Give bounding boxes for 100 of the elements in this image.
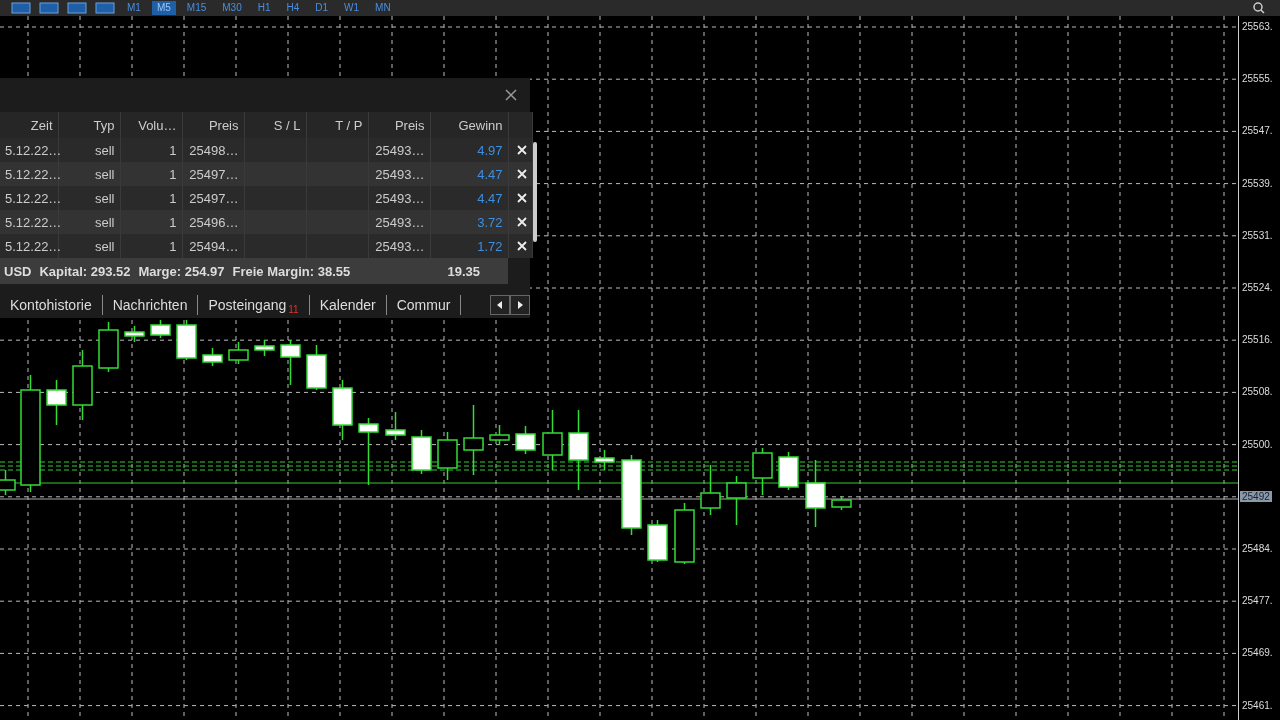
column-header[interactable]: Gewinn bbox=[430, 112, 508, 138]
scroll-right-button[interactable] bbox=[510, 295, 530, 315]
account-summary-text: Kapital: 293.52 bbox=[39, 263, 131, 279]
table-cell: 25496… bbox=[182, 210, 244, 234]
price-label: 25461. bbox=[1242, 699, 1273, 711]
candle bbox=[124, 325, 145, 343]
table-cell: 25493… bbox=[368, 234, 430, 258]
table-cell: 3.72 bbox=[430, 210, 508, 234]
table-cell: 1 bbox=[120, 234, 182, 258]
candle bbox=[228, 341, 249, 365]
price-label: 25531. bbox=[1242, 229, 1273, 241]
table-cell: 25493… bbox=[368, 186, 430, 210]
scrollbar[interactable] bbox=[532, 142, 537, 242]
candle bbox=[46, 379, 67, 426]
table-cell: 4.97 bbox=[430, 138, 508, 162]
candle bbox=[385, 411, 406, 441]
candle bbox=[700, 464, 721, 516]
table-cell: 5.12.22… bbox=[0, 210, 58, 234]
table-cell: 5.12.22… bbox=[0, 186, 58, 210]
scroll-left-button[interactable] bbox=[490, 295, 510, 315]
candle bbox=[332, 379, 353, 441]
account-summary-text: Marge: 254.97 bbox=[138, 263, 225, 279]
price-label: 25516. bbox=[1242, 334, 1273, 346]
table-cell: 25493… bbox=[368, 210, 430, 234]
candle bbox=[72, 349, 93, 421]
toolbar-icon[interactable] bbox=[38, 2, 60, 14]
table-cell: 1 bbox=[120, 162, 182, 186]
timeframe-button[interactable]: MN bbox=[370, 1, 396, 15]
unread-count: 11 bbox=[288, 303, 299, 315]
column-header[interactable]: S / L bbox=[244, 112, 306, 138]
price-label: 25524. bbox=[1242, 282, 1273, 293]
candle bbox=[489, 424, 510, 446]
total-profit: 19.35 bbox=[447, 263, 480, 279]
timeframe-button[interactable]: D1 bbox=[310, 1, 334, 15]
price-label: 25555. bbox=[1242, 73, 1273, 85]
table-cell: 25497… bbox=[182, 186, 244, 210]
candle bbox=[778, 451, 799, 491]
candle bbox=[831, 495, 852, 511]
price-label: 25484. bbox=[1242, 543, 1273, 554]
price-label: 25539. bbox=[1242, 177, 1273, 189]
timeframe-button[interactable]: M30 bbox=[217, 1, 247, 15]
price-label: 25547. bbox=[1242, 125, 1273, 137]
tab[interactable]: Commur bbox=[386, 295, 462, 315]
tab[interactable]: Kalender bbox=[309, 295, 387, 315]
column-header[interactable]: Zeit bbox=[0, 112, 58, 138]
candle bbox=[280, 339, 301, 386]
table-cell: 1.72 bbox=[430, 234, 508, 258]
column-header[interactable]: Preis bbox=[368, 112, 430, 138]
candle bbox=[150, 319, 171, 339]
candle bbox=[254, 339, 275, 357]
candle bbox=[594, 449, 615, 471]
table-cell: 1 bbox=[120, 138, 182, 162]
candle bbox=[98, 321, 119, 373]
candle bbox=[674, 502, 695, 565]
left-arrow-icon bbox=[496, 301, 504, 309]
price-label: 25563. bbox=[1242, 21, 1273, 32]
table-cell: 1 bbox=[120, 210, 182, 234]
column-header[interactable]: Typ bbox=[58, 112, 120, 138]
candle bbox=[176, 319, 197, 361]
timeframe-button[interactable]: M15 bbox=[181, 1, 212, 15]
account-summary-text: USD bbox=[4, 263, 32, 279]
candle bbox=[306, 344, 327, 391]
timeframe-button[interactable]: H1 bbox=[252, 1, 276, 15]
table-cell: 4.47 bbox=[430, 162, 508, 186]
table-cell: 5.12.22… bbox=[0, 162, 58, 186]
toolbar-icon[interactable] bbox=[10, 2, 32, 14]
price-label: 25500. bbox=[1242, 438, 1273, 450]
candle bbox=[752, 447, 773, 496]
price-label: 25477. bbox=[1242, 595, 1273, 607]
table-cell: 25493… bbox=[368, 162, 430, 186]
price-label: 25469. bbox=[1242, 647, 1273, 659]
candle bbox=[202, 347, 223, 367]
tab[interactable]: Kontohistorie bbox=[0, 295, 103, 315]
table-cell: 25497… bbox=[182, 162, 244, 186]
toolbar-icon[interactable] bbox=[66, 2, 88, 14]
column-header[interactable]: Volu… bbox=[120, 112, 182, 138]
price-label: 25508. bbox=[1242, 386, 1273, 398]
candle bbox=[463, 404, 484, 476]
table-cell: 1 bbox=[120, 186, 182, 210]
candle bbox=[647, 519, 668, 563]
candle bbox=[358, 417, 379, 486]
column-header[interactable]: T / P bbox=[306, 112, 368, 138]
candle bbox=[805, 459, 826, 528]
column-header[interactable]: Preis bbox=[182, 112, 244, 138]
candle bbox=[515, 425, 536, 455]
tab[interactable]: Nachrichten bbox=[102, 295, 199, 315]
candle bbox=[726, 475, 747, 526]
candle bbox=[437, 431, 458, 481]
timeframe-button[interactable]: M1 bbox=[122, 1, 146, 15]
table-cell: 25493… bbox=[368, 138, 430, 162]
candle bbox=[411, 429, 432, 475]
table-cell: 25494… bbox=[182, 234, 244, 258]
timeframe-button[interactable]: W1 bbox=[339, 1, 365, 15]
right-arrow-icon bbox=[516, 301, 524, 309]
table-cell: 25498… bbox=[182, 138, 244, 162]
toolbar-icon[interactable] bbox=[94, 2, 116, 14]
timeframe-button[interactable]: H4 bbox=[281, 1, 305, 15]
table-cell: 5.12.22… bbox=[0, 234, 58, 258]
close-icon[interactable] bbox=[504, 88, 518, 102]
timeframe-button[interactable]: M5 bbox=[151, 1, 176, 15]
